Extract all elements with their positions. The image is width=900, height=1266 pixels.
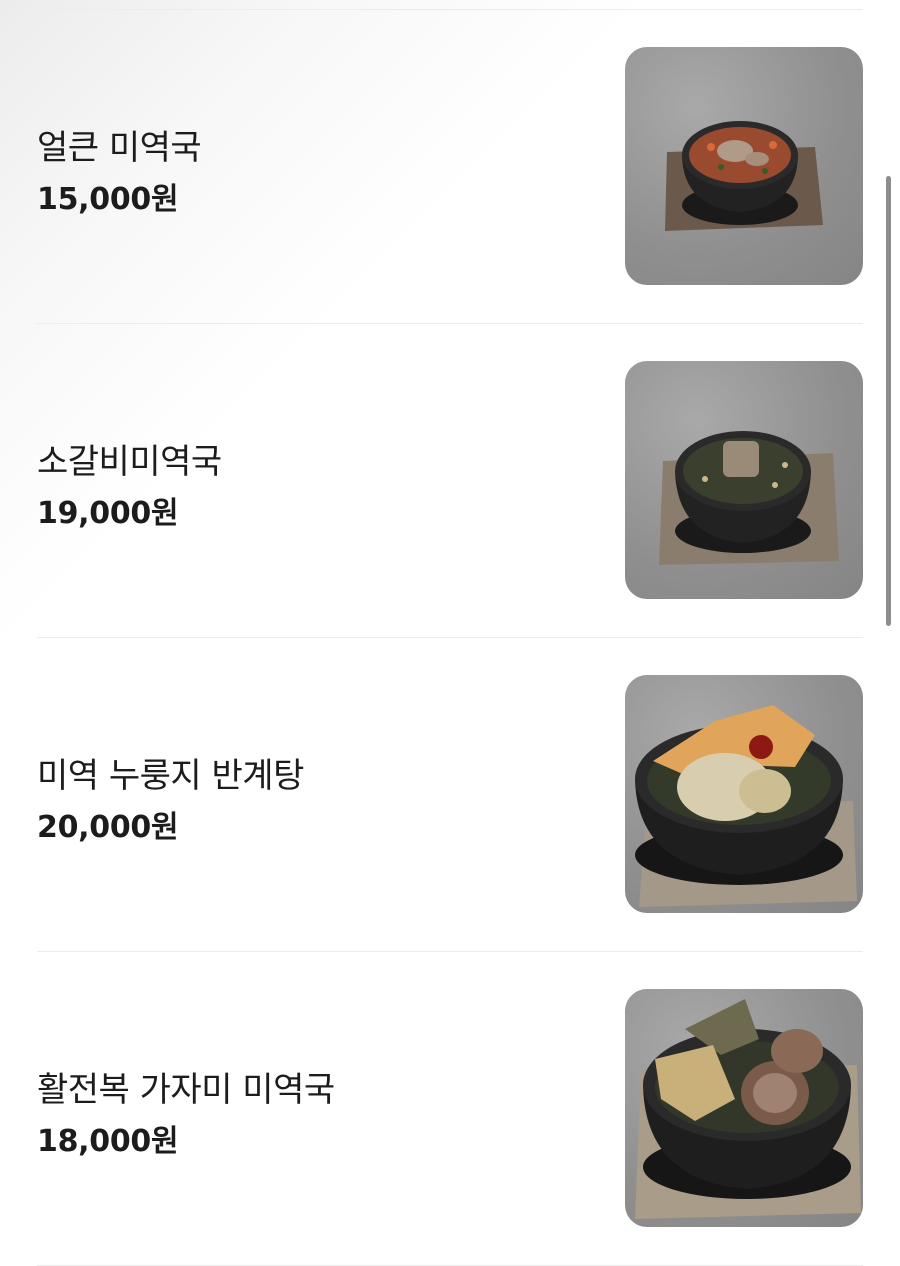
menu-item-price: 19,000원 [37,496,179,531]
spicy-seaweed-soup-photo[interactable] [625,47,863,285]
menu-item-name: 활전복 가자미 미역국 [37,1070,335,1110]
menu-item-beef-rib-seaweed-soup[interactable]: 소갈비미역국 19,000원 [0,324,900,638]
menu-item-seaweed-nurungji-chicken-soup[interactable]: 미역 누룽지 반계탕 20,000원 [0,638,900,952]
menu-item-price: 15,000원 [37,182,179,217]
soup-bowl-icon [635,705,857,907]
menu-item-abalone-flounder-seaweed-soup[interactable]: 활전복 가자미 미역국 18,000원 [0,952,900,1266]
menu-item-spicy-seaweed-soup[interactable]: 얼큰 미역국 15,000원 [0,10,900,324]
abalone-flounder-seaweed-soup-photo[interactable] [625,989,863,1227]
menu-item-price: 20,000원 [37,810,179,845]
beef-rib-seaweed-soup-photo[interactable] [625,361,863,599]
soup-bowl-icon [665,121,823,231]
soup-bowl-icon [659,431,839,565]
menu-page: 얼큰 미역국 15,000원 소갈비미역국 19,000원 미역 누룽지 반계탕… [0,0,900,1266]
soup-bowl-icon [635,999,861,1219]
menu-item-name: 미역 누룽지 반계탕 [37,756,304,796]
menu-item-name: 얼큰 미역국 [37,128,202,168]
menu-item-name: 소갈비미역국 [37,442,222,482]
vertical-scrollbar[interactable] [886,176,891,626]
menu-item-price: 18,000원 [37,1124,179,1159]
seaweed-nurungji-chicken-soup-photo[interactable] [625,675,863,913]
